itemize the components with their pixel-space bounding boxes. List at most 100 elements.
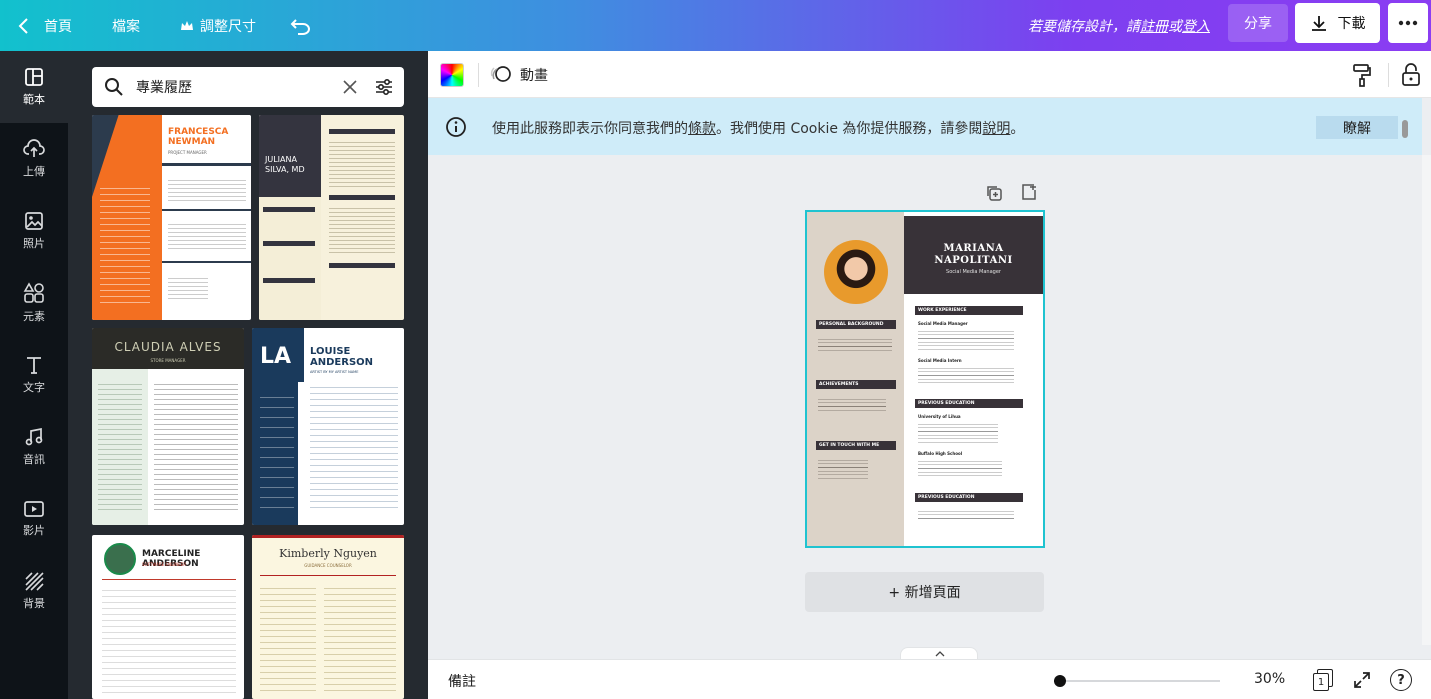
lock-icon[interactable] [1401, 63, 1421, 87]
rail-item-templates[interactable]: 範本 [0, 51, 68, 123]
cookie-text: 。我們使用 Cookie 為你提供服務，請參閱 [716, 121, 983, 137]
clear-icon[interactable] [343, 80, 357, 94]
zoom-slider[interactable] [1054, 675, 1220, 687]
template-initials: LA [260, 344, 292, 369]
rail-label: 背景 [23, 597, 45, 610]
rail-item-upload[interactable]: 上傳 [0, 123, 68, 195]
bottom-bar: 備註 30% 1 ? [428, 659, 1431, 699]
animate-label: 動畫 [520, 68, 548, 84]
rail-item-photos[interactable]: 照片 [0, 195, 68, 267]
fullscreen-icon[interactable] [1353, 671, 1371, 689]
chevron-left-icon [18, 17, 28, 34]
cookie-message: 使用此服務即表示你同意我們的條款。我們使用 Cookie 為你提供服務，請參閱說… [492, 118, 1024, 138]
download-label: 下載 [1337, 16, 1366, 32]
design-canvas: MARIANA NAPOLITANI Social Media Manager … [428, 155, 1422, 645]
template-name: Kimberly Nguyen [279, 547, 377, 560]
resume-school-1: University of Lihua [918, 414, 961, 419]
register-link[interactable]: 註冊 [1140, 16, 1168, 36]
video-icon [24, 501, 44, 517]
more-button[interactable] [1388, 3, 1428, 43]
upload-icon [23, 139, 45, 157]
zoom-slider-thumb[interactable] [1054, 675, 1066, 687]
template-card-kimberly[interactable]: Kimberly Nguyen GUIDANCE COUNSELOR [252, 535, 404, 699]
template-card-claudia[interactable]: CLAUDIA ALVES STORE MANAGER [92, 328, 244, 525]
background-icon [25, 572, 44, 591]
file-menu-button[interactable]: 檔案 [112, 0, 140, 51]
templates-panel: FRANCESCANEWMAN PROJECT MANAGER JULIANAS… [68, 51, 428, 699]
help-icon[interactable]: ? [1390, 669, 1412, 691]
resize-button[interactable]: 調整尺寸 [180, 0, 256, 51]
rail-item-video[interactable]: 影片 [0, 483, 68, 555]
resume-section-contact: GET IN TOUCH WITH ME [816, 441, 896, 450]
rail-label: 範本 [23, 93, 45, 106]
template-role: GUIDANCE COUNSELOR [304, 563, 352, 568]
paint-roller-icon[interactable] [1352, 63, 1372, 87]
resume-name-first: MARIANA [943, 243, 1004, 254]
rail-label: 文字 [23, 381, 45, 394]
undo-button[interactable] [290, 0, 312, 51]
crown-icon [181, 20, 193, 30]
template-card-louise[interactable]: LA LOUISE ANDERSON ARTIST BY MY ARTIST NA… [252, 328, 404, 525]
audio-icon [25, 427, 43, 446]
rail-item-elements[interactable]: 元素 [0, 267, 68, 339]
or-text: 或 [1168, 18, 1182, 35]
rail-label: 照片 [23, 237, 45, 250]
file-label: 檔案 [112, 18, 140, 35]
resume-job-1: Social Media Manager [918, 321, 968, 326]
resume-page[interactable]: MARIANA NAPOLITANI Social Media Manager … [805, 210, 1045, 548]
undo-icon [290, 18, 310, 35]
home-button[interactable]: 首頁 [14, 0, 72, 51]
rail-item-text[interactable]: 文字 [0, 339, 68, 411]
side-rail: 範本 上傳 照片 元素 文字 音訊 影片 背景 [0, 51, 68, 699]
cookie-ok-label: 瞭解 [1343, 120, 1371, 137]
template-name: JULIANA SILVA, MD [265, 155, 305, 174]
login-link[interactable]: 登入 [1182, 16, 1210, 36]
more-icon [1398, 20, 1418, 26]
save-prompt: 若要儲存設計，請 註冊 或登入 [1028, 0, 1210, 51]
template-role: STORE MANAGER [150, 358, 186, 363]
text-icon [27, 357, 41, 374]
resume-section-achievements: ACHIEVEMENTS [816, 380, 896, 389]
share-label: 分享 [1244, 16, 1272, 32]
rail-item-background[interactable]: 背景 [0, 555, 68, 627]
info-icon [446, 117, 466, 137]
template-card-marceline[interactable]: MARCELINE ANDERSON SOFTWARE ENGINEER [92, 535, 244, 699]
help-link[interactable]: 說明 [982, 121, 1010, 137]
resume-job-2: Social Media Intern [918, 358, 962, 363]
rail-item-audio[interactable]: 音訊 [0, 411, 68, 483]
chevron-up-icon [935, 651, 945, 657]
color-picker-icon[interactable] [440, 63, 464, 87]
cookie-ok-button[interactable]: 瞭解 [1316, 116, 1398, 139]
rail-label: 上傳 [23, 165, 45, 178]
cookie-text: 使用此服務即表示你同意我們的 [492, 121, 688, 137]
animate-icon [490, 66, 511, 82]
animate-button[interactable]: 動畫 [490, 63, 548, 87]
template-icon [25, 68, 43, 86]
resume-photo [824, 240, 888, 304]
zoom-level[interactable]: 30% [1254, 671, 1285, 687]
filter-icon[interactable] [374, 77, 394, 97]
resume-name-last: NAPOLITANI [934, 255, 1013, 266]
template-card-juliana[interactable]: JULIANA SILVA, MD [259, 115, 404, 320]
resume-section-work: WORK EXPERIENCE [915, 306, 1023, 315]
add-page-icon[interactable] [1020, 183, 1038, 201]
editor-toolbar: 動畫 [428, 51, 1431, 98]
page-count-button[interactable]: 1 [1312, 669, 1334, 691]
cookie-scrollbar[interactable] [1402, 120, 1408, 138]
rail-label: 元素 [23, 310, 45, 323]
notes-button[interactable]: 備註 [448, 671, 476, 691]
template-name: CLAUDIA ALVES [114, 340, 222, 354]
search-icon [105, 78, 123, 96]
download-button[interactable]: 下載 [1295, 3, 1380, 43]
terms-link[interactable]: 條款 [688, 121, 716, 137]
share-button[interactable]: 分享 [1228, 4, 1288, 42]
rail-label: 音訊 [23, 453, 45, 466]
add-page-button[interactable]: + 新增頁面 [805, 572, 1044, 612]
home-label: 首頁 [44, 18, 72, 35]
search-input[interactable] [136, 76, 336, 98]
page-count: 1 [1313, 673, 1329, 691]
canvas-scrollbar[interactable] [1422, 155, 1431, 645]
duplicate-page-icon[interactable] [985, 184, 1003, 202]
photo-icon [25, 212, 43, 230]
template-card-francesca[interactable]: FRANCESCA NEWMAN PROJECT MANAGER [92, 115, 251, 320]
